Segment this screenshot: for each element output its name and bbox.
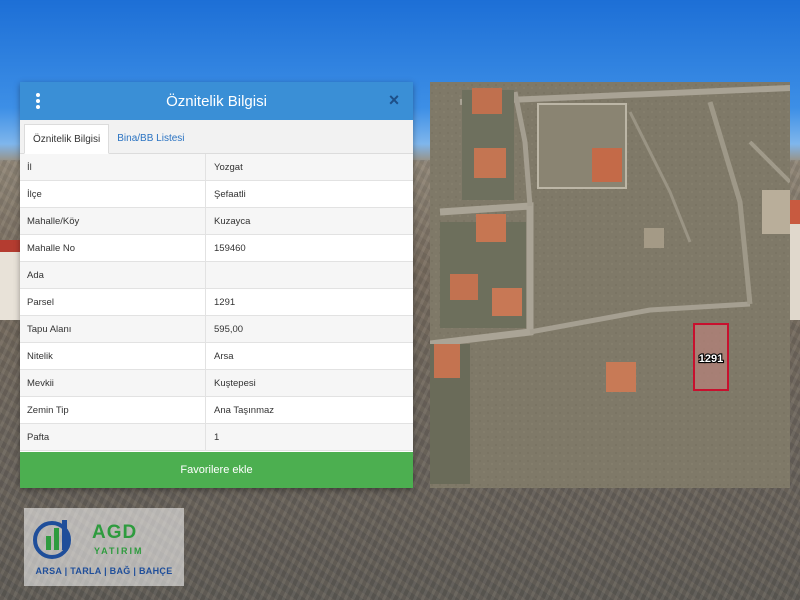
attribute-table: İl Yozgat İlçe Şefaatli Mahalle/Köy Kuza… <box>20 154 413 452</box>
house-roof <box>606 362 636 392</box>
logo-mark-icon <box>33 520 71 559</box>
row-value: Şefaatli <box>214 188 246 200</box>
house-roof <box>474 148 506 178</box>
row-value <box>206 262 413 288</box>
satellite-map[interactable]: 1291 <box>430 82 790 488</box>
row-value: Kuştepesi <box>214 377 256 389</box>
table-row: Tapu Alanı 595,00 <box>20 316 413 343</box>
row-key: Mahalle No <box>20 235 206 261</box>
table-row: İlçe Şefaatli <box>20 181 413 208</box>
parcel-label: 1291 <box>699 353 723 365</box>
map-canvas: 1291 <box>430 82 790 488</box>
building <box>762 190 790 234</box>
table-row: Ada <box>20 262 413 289</box>
row-key: Zemin Tip <box>20 397 206 423</box>
row-key: İl <box>20 154 206 180</box>
row-key: Ada <box>20 262 206 288</box>
house-roof <box>472 88 502 114</box>
close-icon[interactable]: × <box>385 91 403 109</box>
table-row: Nitelik Arsa <box>20 343 413 370</box>
row-value: 1291 <box>214 296 236 308</box>
attribute-info-panel: Öznitelik Bilgisi × Öznitelik Bilgisi Bi… <box>20 82 413 488</box>
row-key: Nitelik <box>20 343 206 369</box>
tab-attribute-info[interactable]: Öznitelik Bilgisi <box>24 124 110 154</box>
row-value: Kuzayca <box>214 215 251 227</box>
small-building <box>644 228 664 248</box>
house-roof <box>492 288 522 316</box>
row-value: Ana Taşınmaz <box>214 404 275 416</box>
logo-tagline: ARSA | TARLA | BAĞ | BAHÇE <box>35 566 173 576</box>
table-row: Mahalle No 159460 <box>20 235 413 262</box>
row-key: Mahalle/Köy <box>20 208 206 234</box>
table-row: Pafta 1 <box>20 424 413 451</box>
row-key: Parsel <box>20 289 206 315</box>
row-value: Arsa <box>214 350 234 362</box>
row-value: 1 <box>214 431 220 443</box>
panel-title: Öznitelik Bilgisi <box>166 92 267 110</box>
panel-tabs: Öznitelik Bilgisi Bina/BB Listesi <box>20 120 413 154</box>
table-row: Mevkii Kuştepesi <box>20 370 413 397</box>
row-value: 595,00 <box>214 323 244 335</box>
add-to-favorites-button[interactable]: Favorilere ekle <box>20 452 413 488</box>
table-row: İl Yozgat <box>20 154 413 181</box>
logo-name: AGD <box>92 522 138 543</box>
house-roof <box>434 344 460 378</box>
row-key: İlçe <box>20 181 206 207</box>
background-house <box>0 240 22 320</box>
table-row: Zemin Tip Ana Taşınmaz <box>20 397 413 424</box>
tab-building-list[interactable]: Bina/BB Listesi <box>109 123 192 153</box>
company-logo: AGD YATIRIM ARSA | TARLA | BAĞ | BAHÇE <box>24 508 184 586</box>
panel-header: Öznitelik Bilgisi × <box>20 82 413 120</box>
menu-icon[interactable] <box>34 93 42 109</box>
row-key: Tapu Alanı <box>20 316 206 342</box>
row-value: Yozgat <box>214 161 243 173</box>
house-roof <box>476 214 506 242</box>
table-row: Parsel 1291 <box>20 289 413 316</box>
row-value: 159460 <box>214 242 246 254</box>
house-roof <box>592 148 622 182</box>
house-roof <box>450 274 478 300</box>
table-row: Mahalle/Köy Kuzayca <box>20 208 413 235</box>
row-key: Mevkii <box>20 370 206 396</box>
logo-subtitle: YATIRIM <box>94 546 144 556</box>
row-key: Pafta <box>20 424 206 450</box>
